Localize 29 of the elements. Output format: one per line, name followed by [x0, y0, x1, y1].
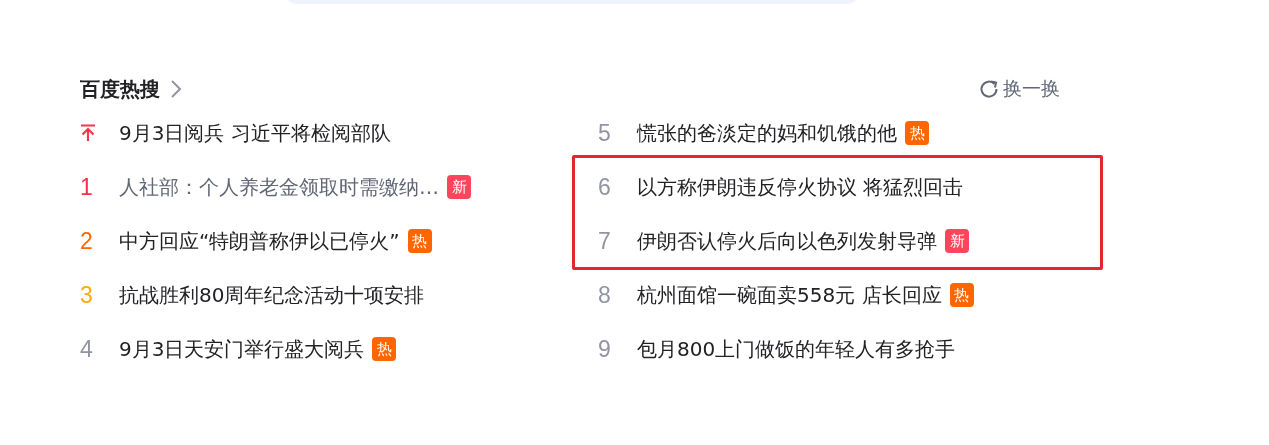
headline-link[interactable]: 杭州面馆一碗面卖558元 店长回应: [637, 281, 942, 309]
section-title[interactable]: 百度热搜: [80, 75, 160, 103]
new-tag: 新: [447, 175, 471, 199]
headline-link[interactable]: 9月3日阅兵 习近平将检阅部队: [119, 119, 391, 147]
rank-number: 6: [598, 173, 611, 201]
refresh-icon: [979, 79, 999, 99]
hot-tag: 热: [905, 121, 929, 145]
headline-link[interactable]: 中方回应“特朗普称伊以已停火”: [119, 227, 400, 255]
headline-link[interactable]: 慌张的爸淡定的妈和饥饿的他: [637, 119, 897, 147]
headline-link[interactable]: 抗战胜利80周年纪念活动十项安排: [119, 281, 425, 309]
rank-number: 7: [598, 227, 611, 255]
rank-number: 4: [80, 335, 93, 363]
hot-tag: 热: [372, 337, 397, 361]
rank-number: 8: [598, 281, 611, 309]
headline-link[interactable]: 包月800上门做饭的年轻人有多抢手: [637, 335, 956, 363]
hot-tag: 热: [949, 283, 974, 307]
headline-link[interactable]: 9月3日天安门举行盛大阅兵: [119, 335, 365, 363]
rank-number: 3: [80, 281, 93, 309]
refresh-button[interactable]: 换一换: [979, 76, 1060, 102]
chevron-right-icon[interactable]: [170, 79, 182, 99]
new-tag: 新: [945, 229, 969, 253]
headline-link[interactable]: 伊朗否认停火后向以色列发射导弹: [637, 227, 937, 255]
rank-number: 9: [598, 335, 611, 363]
hot-tag: 热: [407, 229, 432, 253]
rank-number: 5: [598, 119, 611, 147]
headline-link[interactable]: 以方称伊朗违反停火协议 将猛烈回击: [637, 173, 964, 201]
headline-link[interactable]: 人社部：个人养老金领取时需缴纳…: [119, 173, 439, 201]
rank-number: 1: [80, 173, 93, 201]
rank-number: 2: [80, 227, 93, 255]
